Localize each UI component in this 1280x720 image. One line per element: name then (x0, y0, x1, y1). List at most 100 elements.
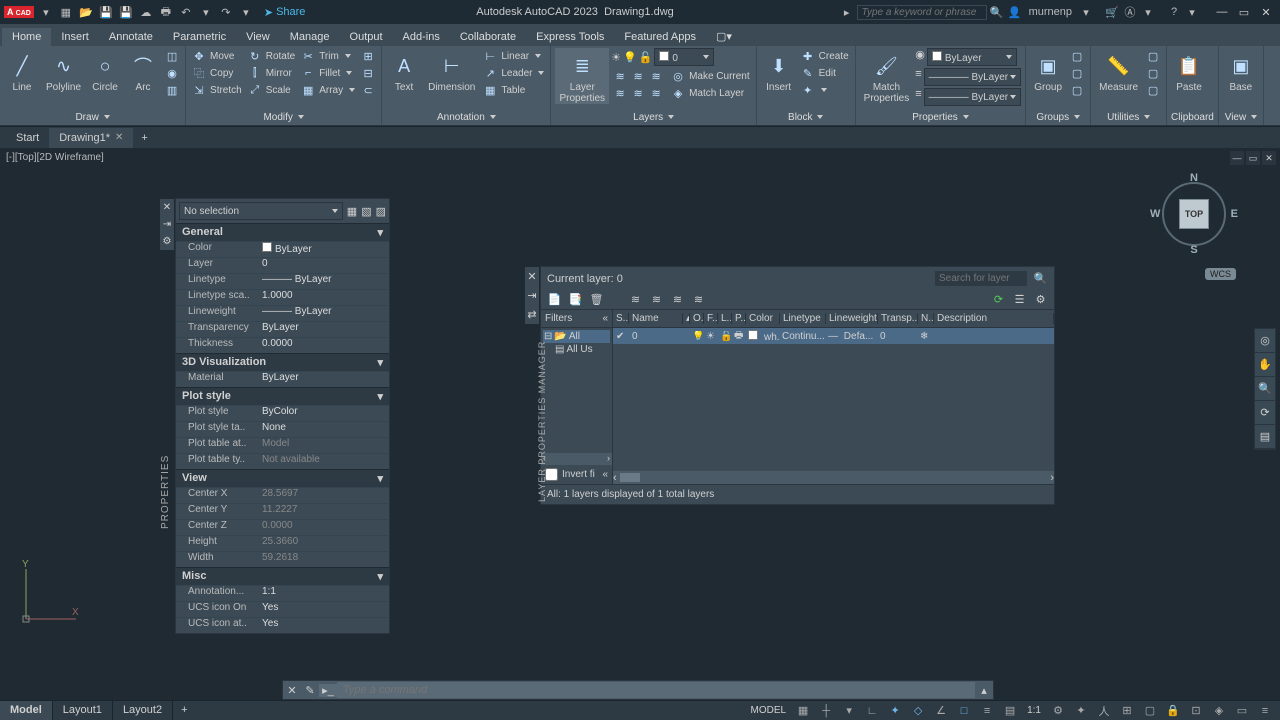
color-dropdown[interactable]: ByLayer (927, 48, 1017, 66)
user-name[interactable]: murnenp (1025, 6, 1076, 18)
lw-toggle-icon[interactable]: ≡ (976, 702, 998, 720)
trans-toggle-icon[interactable]: ▤ (999, 702, 1021, 720)
section-3dviz[interactable]: 3D Visualization▾ (176, 353, 389, 371)
qp-icon[interactable]: ▢ (1139, 702, 1161, 720)
otrack-icon[interactable]: □ (953, 702, 975, 720)
save-icon[interactable]: 💾 (98, 4, 114, 20)
tab-parametric[interactable]: Parametric (163, 28, 236, 46)
modify-tool-2[interactable]: ⊟ (359, 65, 377, 81)
move-button[interactable]: ✥Move (190, 48, 244, 64)
tab-express[interactable]: Express Tools (526, 28, 614, 46)
iso-icon[interactable]: ⊡ (1185, 702, 1207, 720)
annotation-panel-title[interactable]: Annotation (386, 110, 546, 125)
tab-view[interactable]: View (236, 28, 280, 46)
open-icon[interactable]: 📂 (78, 4, 94, 20)
app-icon[interactable]: Ⓐ (1122, 4, 1138, 20)
copy-button[interactable]: ⿻Copy (190, 65, 244, 81)
section-view[interactable]: View▾ (176, 469, 389, 487)
undo-drop-icon[interactable]: ▾ (198, 4, 214, 20)
layer-scrollbar[interactable]: ‹› (613, 471, 1054, 484)
props-tool-1-icon[interactable]: ▦ (347, 205, 357, 218)
menu-down-icon[interactable]: ▾ (38, 4, 54, 20)
circle-button[interactable]: ○Circle (87, 48, 123, 93)
layer-state-4-icon[interactable]: ≋ (691, 292, 706, 307)
help-drop-icon[interactable]: ▾ (1184, 4, 1200, 20)
layer-settings-icon[interactable]: ☰ (1012, 292, 1027, 307)
tab-manage[interactable]: Manage (280, 28, 340, 46)
redo-drop-icon[interactable]: ▾ (238, 4, 254, 20)
layer-lock-icon[interactable]: 🔓 (639, 51, 653, 64)
layer-t1[interactable]: ≋≋≋ (611, 68, 665, 84)
draw-tool-3[interactable]: ▥ (163, 82, 181, 98)
utilities-panel-title[interactable]: Utilities (1095, 110, 1162, 125)
new-layer-freeze-icon[interactable]: 📑 (568, 292, 583, 307)
fillet-button[interactable]: ⌐Fillet (299, 65, 357, 81)
layer-state-3-icon[interactable]: ≋ (670, 292, 685, 307)
ws-icon[interactable]: ✦ (1070, 702, 1092, 720)
props-gear-icon[interactable]: ⚙ (163, 236, 172, 247)
dimension-button[interactable]: ⊢Dimension (424, 48, 479, 93)
delete-layer-icon[interactable]: 🗑 (589, 292, 604, 307)
view-cube[interactable]: TOP N S E W (1154, 174, 1234, 254)
minimize-icon[interactable]: — (1212, 4, 1232, 20)
scale-button[interactable]: ⤢Scale (246, 82, 297, 98)
props-tool-2-icon[interactable]: ▧ (361, 205, 371, 218)
anno-scale[interactable]: 1:1 (1022, 705, 1046, 716)
share-button[interactable]: ➤Share (258, 6, 312, 19)
viewcube-e[interactable]: E (1231, 208, 1238, 220)
stretch-button[interactable]: ⇲Stretch (190, 82, 244, 98)
arc-button[interactable]: ⌒Arc (125, 48, 161, 93)
mirror-button[interactable]: ⫿Mirror (246, 65, 297, 81)
section-plot[interactable]: Plot style▾ (176, 387, 389, 405)
filter-collapse-icon[interactable]: « (602, 313, 608, 324)
saveas-icon[interactable]: 💾 (118, 4, 134, 20)
draw-tool-2[interactable]: ◉ (163, 65, 181, 81)
app-drop-icon[interactable]: ▾ (1140, 4, 1156, 20)
layer-bulb-icon[interactable]: 💡 (623, 51, 637, 64)
tab-addins[interactable]: Add-ins (393, 28, 450, 46)
tab-insert[interactable]: Insert (51, 28, 99, 46)
make-current-button[interactable]: ◎Make Current (669, 68, 752, 84)
util-t3[interactable]: ▢ (1144, 82, 1162, 98)
search-icon[interactable]: 🔍 (989, 4, 1005, 20)
invert-collapse-icon[interactable]: « (602, 469, 608, 480)
nav-wheel-icon[interactable]: ◎ (1255, 329, 1275, 353)
clean-icon[interactable]: ▭ (1231, 702, 1253, 720)
measure-button[interactable]: 📏Measure (1095, 48, 1142, 93)
cust-icon[interactable]: ≡ (1254, 702, 1276, 720)
viewcube-top[interactable]: TOP (1179, 199, 1209, 229)
units-icon[interactable]: ⊞ (1116, 702, 1138, 720)
search-arrow-icon[interactable]: ▸ (839, 4, 855, 20)
viewcube-w[interactable]: W (1150, 208, 1160, 220)
props-tool-3-icon[interactable]: ▨ (376, 205, 386, 218)
util-t2[interactable]: ▢ (1144, 65, 1162, 81)
layer-opt-icon[interactable]: ⇄ (527, 308, 536, 321)
grid-icon[interactable]: ▦ (792, 702, 814, 720)
vp-min-icon[interactable]: — (1230, 151, 1244, 165)
tab-home[interactable]: Home (2, 28, 51, 46)
array-button[interactable]: ▦Array (299, 82, 357, 98)
layer-columns[interactable]: S.. Name ▴ O.. F.. L.. P.. Color Linetyp… (613, 310, 1054, 328)
layout-model[interactable]: Model (0, 701, 53, 720)
match-layer-button[interactable]: ◈Match Layer (669, 85, 752, 101)
lock-ui-icon[interactable]: 🔒 (1162, 702, 1184, 720)
layer-dropdown[interactable]: 0 (654, 48, 714, 66)
cmd-cust-icon[interactable]: ✎ (301, 684, 319, 697)
polyline-button[interactable]: ∿Polyline (42, 48, 85, 93)
rotate-button[interactable]: ↻Rotate (246, 48, 297, 64)
tab-start[interactable]: Start (6, 128, 49, 148)
color-wheel-icon[interactable]: ◉ (915, 48, 925, 66)
util-t1[interactable]: ▢ (1144, 48, 1162, 64)
restore-icon[interactable]: ▭ (1234, 4, 1254, 20)
polar-icon[interactable]: ✦ (884, 702, 906, 720)
refresh-icon[interactable]: ⟳ (991, 292, 1006, 307)
osnap-icon[interactable]: ∠ (930, 702, 952, 720)
nav-pan-icon[interactable]: ✋ (1255, 353, 1275, 377)
undo-icon[interactable]: ↶ (178, 4, 194, 20)
new-icon[interactable]: ▦ (58, 4, 74, 20)
cmd-expand-icon[interactable]: ▴ (975, 684, 993, 697)
groups-panel-title[interactable]: Groups (1030, 110, 1086, 125)
filter-scrollbar[interactable]: ‹› (541, 453, 612, 465)
group-t2[interactable]: ▢ (1068, 65, 1086, 81)
paste-button[interactable]: 📋Paste (1171, 48, 1207, 93)
